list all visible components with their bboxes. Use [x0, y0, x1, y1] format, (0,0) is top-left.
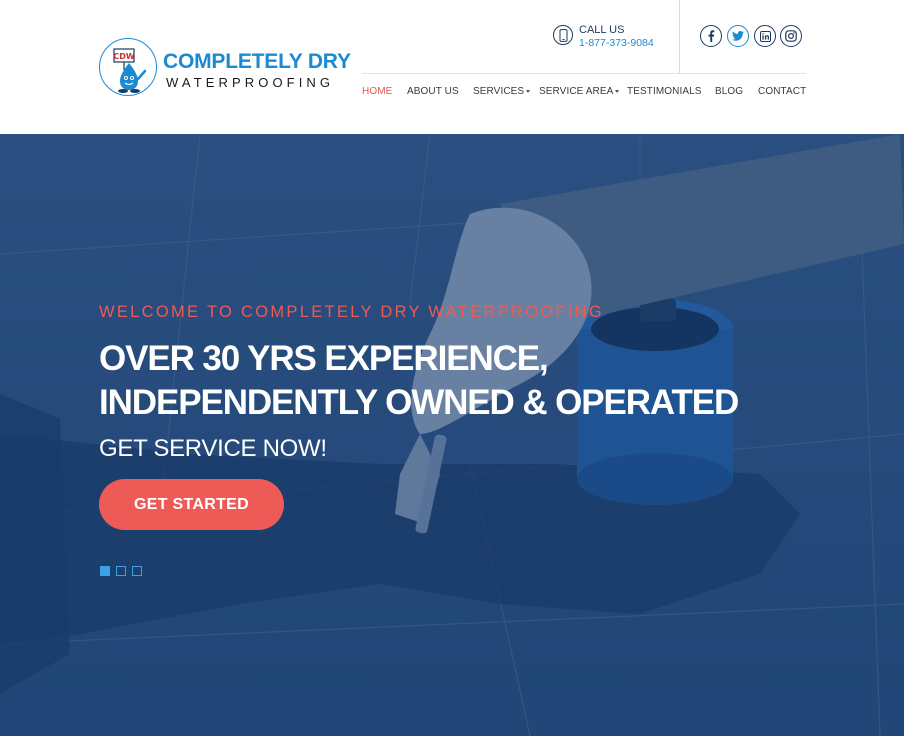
header-divider — [679, 0, 680, 74]
slider-dot-2[interactable] — [116, 566, 126, 576]
twitter-icon[interactable] — [727, 25, 749, 47]
get-started-button[interactable]: GET STARTED — [99, 479, 284, 530]
hero-headline-line2: INDEPENDENTLY OWNED & OPERATED — [99, 383, 739, 422]
nav-services-label: SERVICES — [473, 86, 525, 97]
nav-service-area[interactable]: SERVICE AREA — [539, 86, 620, 97]
linkedin-icon[interactable] — [754, 25, 776, 47]
instagram-icon[interactable] — [780, 25, 802, 47]
nav-services[interactable]: SERVICES — [473, 86, 531, 97]
chevron-down-icon — [615, 89, 620, 93]
hero-headline: OVER 30 YRS EXPERIENCE, INDEPENDENTLY OW… — [99, 337, 739, 425]
facebook-icon[interactable] — [700, 25, 722, 47]
nav-blog[interactable]: BLOG — [715, 86, 743, 97]
nav-about-us[interactable]: ABOUT US — [407, 86, 459, 97]
brand-logo[interactable]: CDW COMPLETELY DRY WATERPROOFING — [99, 38, 351, 100]
brand-tagline: WATERPROOFING — [166, 75, 335, 90]
phone-number-link[interactable]: 1-877-373-9084 — [579, 37, 654, 49]
nav-testimonials[interactable]: TESTIMONIALS — [627, 86, 702, 97]
hero-headline-line1: OVER 30 YRS EXPERIENCE, — [99, 339, 549, 378]
nav-home[interactable]: HOME — [362, 86, 392, 97]
slider-dot-3[interactable] — [132, 566, 142, 576]
chevron-down-icon — [526, 89, 531, 93]
nav-divider — [362, 73, 806, 74]
hero-slider: WELCOME TO COMPLETELY DRY WATERPROOFING … — [0, 134, 904, 736]
phone-icon — [553, 25, 573, 45]
nav-contact[interactable]: CONTACT — [758, 86, 806, 97]
svg-text:CDW: CDW — [113, 52, 135, 61]
nav-service-area-label: SERVICE AREA — [539, 86, 614, 97]
slider-dot-1[interactable] — [100, 566, 110, 576]
call-us-label: CALL US — [579, 24, 625, 36]
hero-kicker: WELCOME TO COMPLETELY DRY WATERPROOFING — [99, 303, 605, 321]
brand-name: COMPLETELY DRY — [163, 50, 351, 73]
mascot-badge-icon: CDW — [99, 38, 157, 96]
hero-subheading: GET SERVICE NOW! — [99, 435, 327, 462]
site-header: CDW COMPLETELY DRY WATERPROOFING CALL US… — [0, 0, 904, 134]
